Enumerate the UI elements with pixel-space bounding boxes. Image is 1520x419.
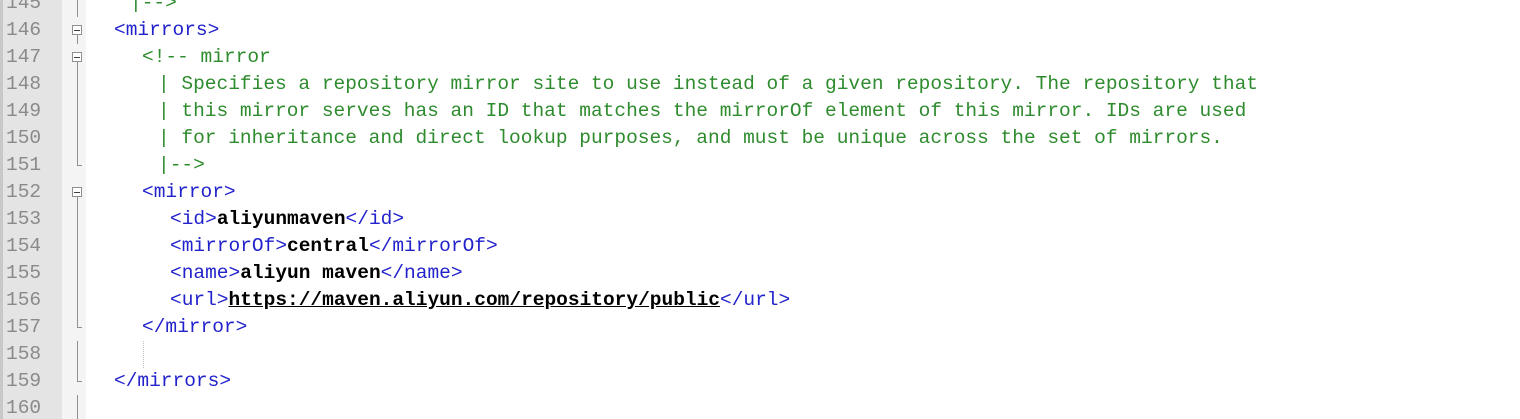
- fold-line-marker: [72, 260, 84, 287]
- line-number: 149: [6, 100, 42, 122]
- line-number: 154: [6, 235, 42, 257]
- xml-tag: <id>: [170, 208, 217, 230]
- xml-tag: </mirrors>: [114, 370, 232, 392]
- code-editor[interactable]: 145 |--> 146 <mirrors> 147 <!-- mirror 148 | Sp…: [0, 0, 1520, 419]
- xml-comment: | for inheritance and direct lookup purp…: [158, 127, 1223, 149]
- xml-tag: <mirrors>: [114, 19, 220, 41]
- code-line[interactable]: 147 <!-- mirror: [0, 44, 1520, 71]
- xml-tag: </mirrorOf>: [368, 235, 498, 257]
- fold-line-marker: [72, 233, 84, 260]
- fold-line-marker: [72, 125, 84, 152]
- line-number: 152: [6, 181, 42, 203]
- code-text: |-->: [130, 0, 177, 17]
- code-line[interactable]: 157 </mirror>: [0, 314, 1520, 341]
- code-text: | for inheritance and direct lookup purp…: [158, 125, 1223, 152]
- code-text: | this mirror serves has an ID that matc…: [158, 98, 1246, 125]
- line-number: 150: [6, 127, 42, 149]
- code-line[interactable]: 156 <url>https://maven.aliyun.com/reposit…: [0, 287, 1520, 314]
- xml-comment: <!-- mirror: [142, 46, 271, 68]
- code-line[interactable]: 155 <name>aliyun maven</name>: [0, 260, 1520, 287]
- code-text: <id>aliyunmaven</id>: [170, 206, 404, 233]
- xml-tag: <mirrorOf>: [170, 235, 288, 257]
- line-number: 145: [6, 0, 42, 14]
- code-line[interactable]: 159 </mirrors>: [0, 368, 1520, 395]
- fold-line-marker: [72, 0, 84, 17]
- code-line[interactable]: 153 <id>aliyunmaven</id>: [0, 206, 1520, 233]
- xml-comment: | this mirror serves has an ID that matc…: [158, 100, 1247, 122]
- fold-line-marker: [72, 341, 84, 368]
- xml-tag: </mirror>: [142, 316, 248, 338]
- line-number: 160: [6, 397, 42, 419]
- minus-box-icon: [72, 25, 82, 35]
- code-text: </mirrors>: [114, 368, 231, 395]
- xml-tag: <mirror>: [142, 181, 236, 203]
- fold-collapse-icon[interactable]: [72, 44, 84, 71]
- code-line[interactable]: 152 <mirror>: [0, 179, 1520, 206]
- fold-line-marker: [72, 98, 84, 125]
- code-text: </mirror>: [142, 314, 247, 341]
- code-line[interactable]: 158: [0, 341, 1520, 368]
- xml-tag: </url>: [720, 289, 791, 311]
- code-text: <url>https://maven.aliyun.com/repository…: [170, 287, 790, 314]
- xml-tag: <name>: [170, 262, 241, 284]
- code-line[interactable]: 160: [0, 395, 1520, 419]
- code-line[interactable]: 150 | for inheritance and direct lookup p…: [0, 125, 1520, 152]
- code-line[interactable]: 146 <mirrors>: [0, 17, 1520, 44]
- xml-tag: </name>: [380, 262, 463, 284]
- url-value-link[interactable]: https://maven.aliyun.com/repository/publ…: [229, 289, 720, 311]
- line-number: 151: [6, 154, 42, 176]
- element-value: central: [287, 235, 369, 257]
- line-number: 153: [6, 208, 42, 230]
- code-text: <name>aliyun maven</name>: [170, 260, 463, 287]
- fold-collapse-icon[interactable]: [72, 179, 84, 206]
- code-line[interactable]: 149 | this mirror serves has an ID that m…: [0, 98, 1520, 125]
- code-line[interactable]: 145 |-->: [0, 0, 1520, 17]
- fold-line-marker: [72, 206, 84, 233]
- fold-line-marker: [72, 287, 84, 314]
- code-text: <mirrors>: [114, 17, 219, 44]
- code-text: <mirrorOf>central</mirrorOf>: [170, 233, 498, 260]
- indent-guide: [143, 341, 144, 368]
- code-text: <!-- mirror: [142, 44, 271, 71]
- fold-end-marker-icon: [72, 152, 84, 179]
- line-number: 147: [6, 46, 42, 68]
- line-number: 156: [6, 289, 42, 311]
- xml-comment: | Specifies a repository mirror site to …: [158, 73, 1258, 95]
- code-text: | Specifies a repository mirror site to …: [158, 71, 1258, 98]
- fold-collapse-icon[interactable]: [72, 17, 84, 44]
- code-text: |-->: [158, 152, 205, 179]
- line-number: 146: [6, 19, 42, 41]
- line-number: 159: [6, 370, 42, 392]
- code-text: <mirror>: [142, 179, 236, 206]
- fold-line-marker: [72, 71, 84, 98]
- element-value: aliyun maven: [240, 262, 381, 284]
- line-number: 157: [6, 316, 42, 338]
- fold-end-marker-icon: [72, 368, 84, 395]
- line-number: 155: [6, 262, 42, 284]
- xml-tag: </id>: [345, 208, 405, 230]
- element-value: aliyunmaven: [216, 208, 346, 230]
- minus-box-icon: [72, 52, 82, 62]
- line-number: 148: [6, 73, 42, 95]
- minus-box-icon: [72, 187, 82, 197]
- xml-comment: |-->: [158, 154, 205, 176]
- code-line[interactable]: 151 |-->: [0, 152, 1520, 179]
- code-line[interactable]: 148 | Specifies a repository mirror site …: [0, 71, 1520, 98]
- line-number: 158: [6, 343, 42, 365]
- code-line[interactable]: 154 <mirrorOf>central</mirrorOf>: [0, 233, 1520, 260]
- fold-end-marker-icon: [72, 314, 84, 341]
- xml-tag: <url>: [170, 289, 229, 311]
- xml-comment: |-->: [130, 0, 177, 14]
- fold-line-marker: [72, 395, 84, 419]
